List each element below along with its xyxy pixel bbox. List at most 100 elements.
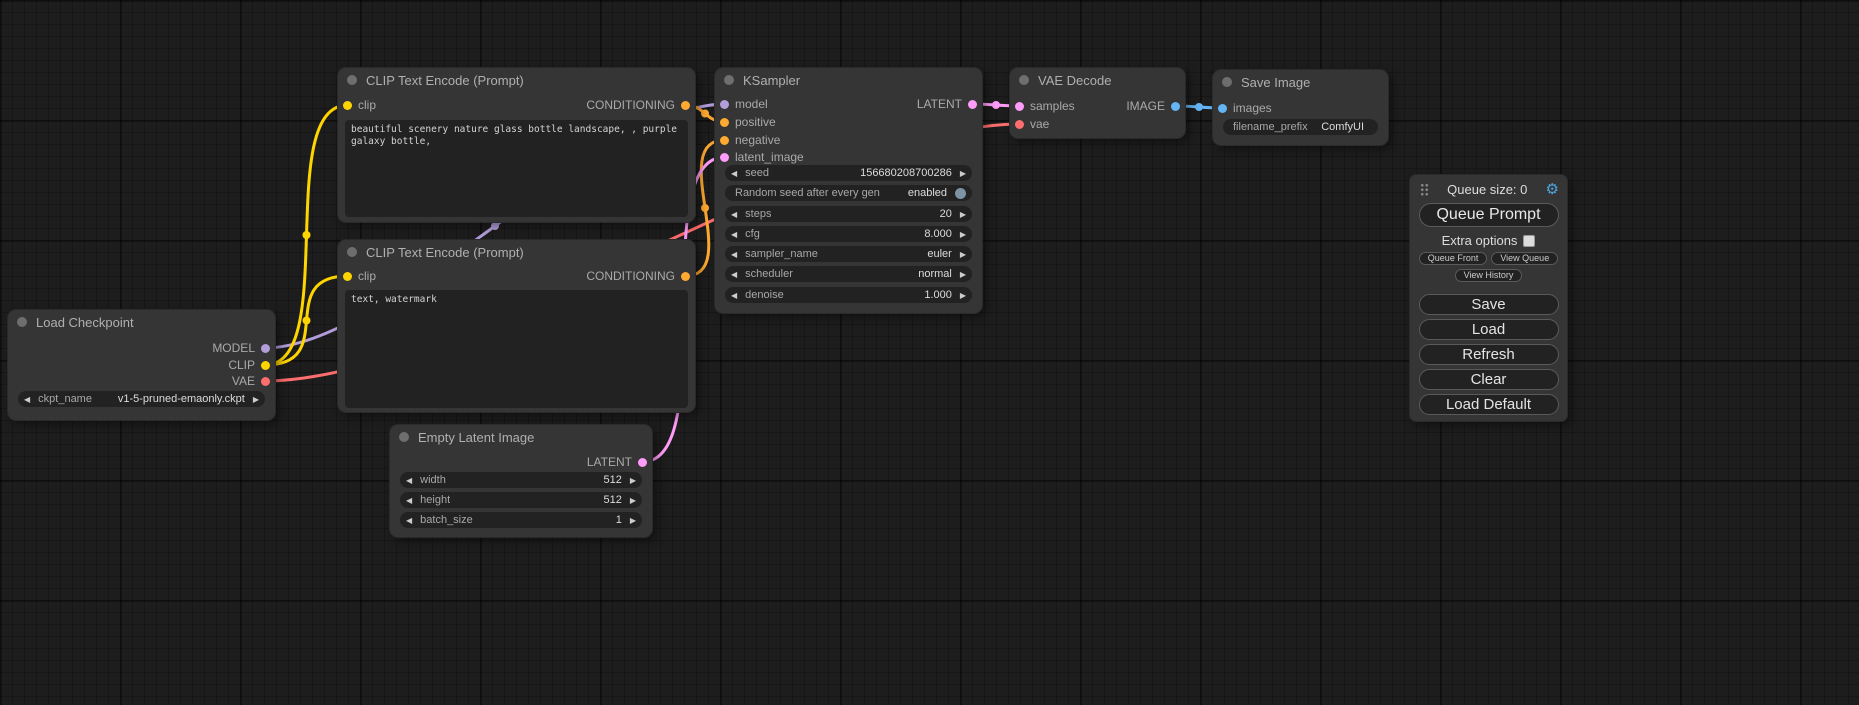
node-title-bar[interactable]: VAE Decode: [1010, 68, 1185, 92]
drag-handle-icon[interactable]: [1420, 183, 1429, 196]
node-title-bar[interactable]: KSampler: [715, 68, 982, 92]
increment-arrow-icon[interactable]: ▶: [960, 270, 966, 279]
decrement-arrow-icon[interactable]: ◀: [731, 250, 737, 259]
input-socket-positive[interactable]: [720, 118, 729, 127]
output-socket-model[interactable]: [261, 344, 270, 353]
node-ksampler[interactable]: KSampler LATENT model positive negative …: [715, 68, 982, 313]
prompt-textarea[interactable]: beautiful scenery nature glass bottle la…: [345, 120, 688, 217]
collapse-dot-icon[interactable]: [1222, 77, 1232, 87]
widget-label: scheduler: [745, 268, 793, 280]
widget-label: filename_prefix: [1233, 121, 1308, 133]
wire-dot: [701, 204, 709, 212]
wire-dot: [491, 222, 499, 230]
input-socket-samples[interactable]: [1015, 102, 1024, 111]
widget-scheduler[interactable]: ◀ scheduler normal ▶: [725, 266, 972, 282]
prompt-textarea[interactable]: text, watermark: [345, 290, 688, 408]
output-socket-latent[interactable]: [968, 100, 977, 109]
input-slot-negative: negative: [715, 132, 780, 148]
input-socket-latent-image[interactable]: [720, 153, 729, 162]
decrement-arrow-icon[interactable]: ◀: [731, 270, 737, 279]
input-socket-negative[interactable]: [720, 136, 729, 145]
node-canvas[interactable]: Load Checkpoint MODEL CLIP VAE ◀ ckpt_na…: [0, 0, 1859, 705]
widget-filename-prefix[interactable]: filename_prefix ComfyUI: [1223, 119, 1378, 135]
node-title-bar[interactable]: Load Checkpoint: [8, 310, 275, 334]
increment-arrow-icon[interactable]: ▶: [960, 291, 966, 300]
widget-width[interactable]: ◀ width 512 ▶: [400, 472, 642, 488]
output-socket-latent[interactable]: [638, 458, 647, 467]
output-socket-conditioning[interactable]: [681, 101, 690, 110]
load-button[interactable]: Load: [1419, 319, 1559, 340]
increment-arrow-icon[interactable]: ▶: [630, 476, 636, 485]
node-title-bar[interactable]: Empty Latent Image: [390, 425, 652, 449]
decrement-arrow-icon[interactable]: ◀: [24, 395, 30, 404]
node-title-bar[interactable]: CLIP Text Encode (Prompt): [338, 240, 695, 264]
node-clip-text-encode-positive[interactable]: CLIP Text Encode (Prompt) clip CONDITION…: [338, 68, 695, 222]
node-title-label: Save Image: [1241, 75, 1310, 90]
increment-arrow-icon[interactable]: ▶: [960, 210, 966, 219]
input-socket-vae[interactable]: [1015, 120, 1024, 129]
input-slot-samples: samples: [1010, 98, 1075, 114]
widget-ckpt-name[interactable]: ◀ ckpt_name v1-5-pruned-emaonly.ckpt ▶: [18, 391, 265, 407]
decrement-arrow-icon[interactable]: ◀: [406, 476, 412, 485]
toggle-dot-icon[interactable]: [955, 188, 966, 199]
collapse-dot-icon[interactable]: [1019, 75, 1029, 85]
queue-prompt-button[interactable]: Queue Prompt: [1419, 203, 1559, 227]
collapse-dot-icon[interactable]: [17, 317, 27, 327]
load-default-button[interactable]: Load Default: [1419, 394, 1559, 415]
node-title-bar[interactable]: CLIP Text Encode (Prompt): [338, 68, 695, 92]
clear-button[interactable]: Clear: [1419, 369, 1559, 390]
widget-cfg[interactable]: ◀ cfg 8.000 ▶: [725, 226, 972, 242]
node-title-label: Load Checkpoint: [36, 315, 134, 330]
increment-arrow-icon[interactable]: ▶: [253, 395, 259, 404]
widget-sampler-name[interactable]: ◀ sampler_name euler ▶: [725, 246, 972, 262]
collapse-dot-icon[interactable]: [724, 75, 734, 85]
increment-arrow-icon[interactable]: ▶: [630, 496, 636, 505]
increment-arrow-icon[interactable]: ▶: [960, 169, 966, 178]
output-socket-clip[interactable]: [261, 361, 270, 370]
increment-arrow-icon[interactable]: ▶: [960, 250, 966, 259]
input-socket-images[interactable]: [1218, 104, 1227, 113]
widget-value: v1-5-pruned-emaonly.ckpt: [118, 393, 245, 405]
output-socket-conditioning[interactable]: [681, 272, 690, 281]
widget-height[interactable]: ◀ height 512 ▶: [400, 492, 642, 508]
widget-label: batch_size: [420, 514, 473, 526]
decrement-arrow-icon[interactable]: ◀: [406, 516, 412, 525]
settings-gear-icon[interactable]: ⚙: [1546, 182, 1559, 197]
output-label: CONDITIONING: [586, 269, 675, 283]
refresh-button[interactable]: Refresh: [1419, 344, 1559, 365]
node-title-label: VAE Decode: [1038, 73, 1111, 88]
decrement-arrow-icon[interactable]: ◀: [731, 210, 737, 219]
extra-options-checkbox[interactable]: [1523, 235, 1535, 247]
input-socket-model[interactable]: [720, 100, 729, 109]
decrement-arrow-icon[interactable]: ◀: [731, 169, 737, 178]
node-vae-decode[interactable]: VAE Decode IMAGE samples vae: [1010, 68, 1185, 138]
node-save-image[interactable]: Save Image images filename_prefix ComfyU…: [1213, 70, 1388, 145]
output-socket-vae[interactable]: [261, 377, 270, 386]
decrement-arrow-icon[interactable]: ◀: [406, 496, 412, 505]
collapse-dot-icon[interactable]: [347, 75, 357, 85]
increment-arrow-icon[interactable]: ▶: [960, 230, 966, 239]
input-label: images: [1233, 101, 1272, 115]
widget-steps[interactable]: ◀ steps 20 ▶: [725, 206, 972, 222]
node-load-checkpoint[interactable]: Load Checkpoint MODEL CLIP VAE ◀ ckpt_na…: [8, 310, 275, 420]
view-queue-button[interactable]: View Queue: [1491, 252, 1558, 265]
widget-batch-size[interactable]: ◀ batch_size 1 ▶: [400, 512, 642, 528]
increment-arrow-icon[interactable]: ▶: [630, 516, 636, 525]
widget-random-seed-toggle[interactable]: Random seed after every gen enabled: [725, 185, 972, 201]
collapse-dot-icon[interactable]: [399, 432, 409, 442]
output-slot-latent: LATENT: [390, 454, 652, 470]
decrement-arrow-icon[interactable]: ◀: [731, 291, 737, 300]
widget-value: 512: [603, 474, 621, 486]
node-clip-text-encode-negative[interactable]: CLIP Text Encode (Prompt) clip CONDITION…: [338, 240, 695, 412]
widget-seed[interactable]: ◀ seed 156680208700286 ▶: [725, 165, 972, 181]
queue-front-button[interactable]: Queue Front: [1419, 252, 1488, 265]
save-button[interactable]: Save: [1419, 294, 1559, 315]
node-title-bar[interactable]: Save Image: [1213, 70, 1388, 94]
widget-denoise[interactable]: ◀ denoise 1.000 ▶: [725, 287, 972, 303]
output-socket-image[interactable]: [1171, 102, 1180, 111]
decrement-arrow-icon[interactable]: ◀: [731, 230, 737, 239]
output-label: MODEL: [212, 341, 255, 355]
view-history-button[interactable]: View History: [1455, 269, 1523, 282]
node-empty-latent-image[interactable]: Empty Latent Image LATENT ◀ width 512 ▶ …: [390, 425, 652, 537]
collapse-dot-icon[interactable]: [347, 247, 357, 257]
